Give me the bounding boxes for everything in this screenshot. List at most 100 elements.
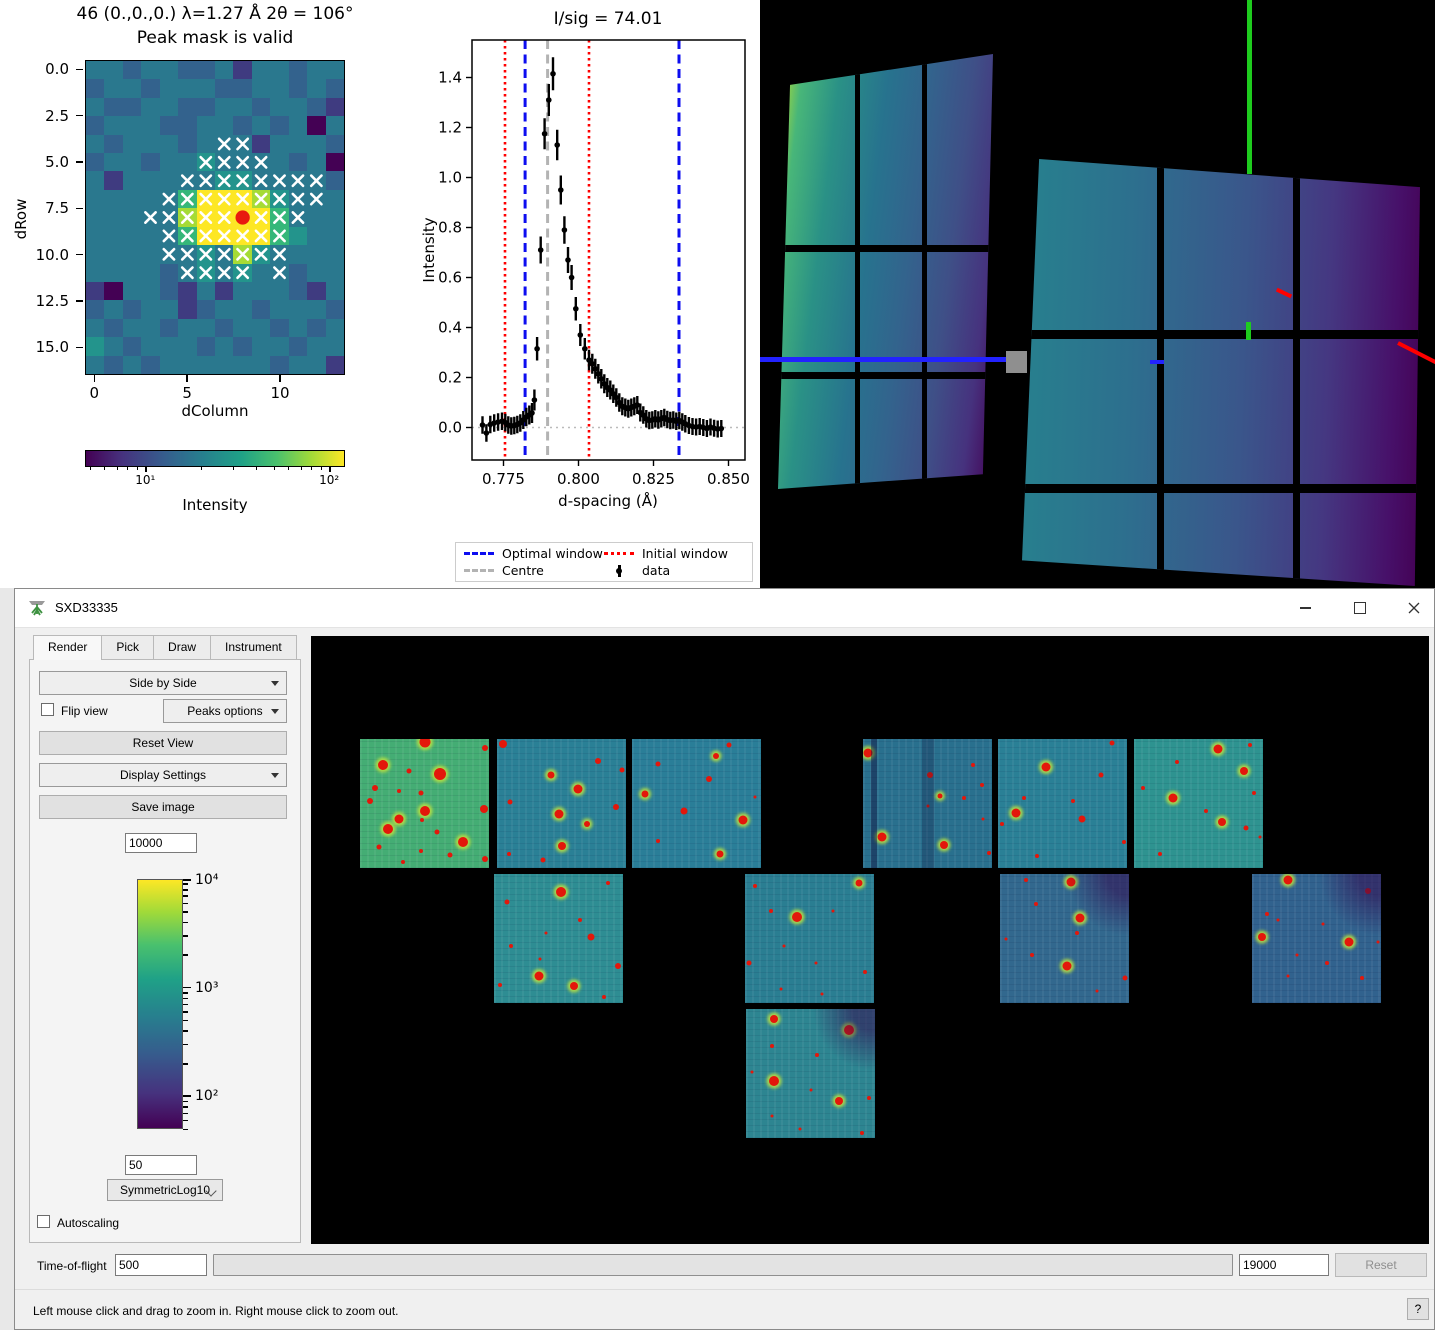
detected-peak — [613, 804, 619, 810]
detected-peak — [1252, 791, 1256, 795]
detector-panel[interactable] — [1252, 874, 1381, 1003]
detected-peak — [1034, 902, 1038, 906]
detected-peak — [1204, 809, 1208, 813]
detector-panel[interactable] — [494, 874, 623, 1003]
detector-panel[interactable] — [360, 739, 489, 868]
detected-peak — [867, 1096, 871, 1100]
y-tick-label: 0.0 — [23, 61, 69, 77]
legend-label: Optimal window — [502, 546, 603, 561]
detected-peak — [799, 1127, 802, 1130]
detected-peak — [980, 783, 984, 787]
detected-peak — [1377, 941, 1380, 944]
detected-peak — [769, 1076, 779, 1086]
detected-peak — [770, 1044, 774, 1048]
svg-text:0.2: 0.2 — [438, 369, 462, 387]
detected-peak — [606, 881, 610, 885]
display-settings-dropdown[interactable]: Display Settings — [39, 763, 287, 787]
colorbar-minor-tick — [183, 1020, 188, 1022]
tof-slider[interactable] — [213, 1254, 1233, 1276]
colorbar-minor-tick — [183, 911, 188, 913]
tab-instrument[interactable]: Instrument — [210, 635, 297, 659]
detected-peak — [1066, 877, 1075, 886]
detected-peak — [1240, 767, 1248, 775]
chevron-down-icon — [271, 709, 279, 714]
y-tick — [76, 300, 83, 302]
detected-peak — [738, 816, 747, 825]
detected-peak — [372, 785, 378, 791]
flip-view-checkbox[interactable] — [41, 703, 54, 716]
close-button[interactable] — [1399, 597, 1429, 619]
peak-profile-plot[interactable]: I/sig = 74.01 d-spacing (Å) Intensity 0.… — [420, 0, 760, 590]
detector-render-view[interactable] — [311, 636, 1429, 1244]
detected-peak — [831, 910, 834, 913]
scale-min-input[interactable] — [125, 1155, 197, 1175]
legend-label: Centre — [502, 563, 544, 578]
heatmap-colorbar-ticks: 10¹10² — [85, 467, 345, 497]
flip-view-label: Flip view — [61, 704, 108, 718]
heatmap-colorbar-label: Intensity — [85, 496, 345, 514]
detector-panel[interactable] — [745, 874, 874, 1003]
detected-peak — [1321, 923, 1324, 926]
detected-peak — [753, 796, 756, 799]
instrument-3d-view[interactable] — [760, 0, 1435, 588]
detected-peak — [482, 856, 488, 862]
tab-render[interactable]: Render — [33, 635, 102, 660]
optimal-window-swatch — [464, 552, 494, 555]
detector-panel[interactable] — [1000, 874, 1129, 1003]
scale-max-input[interactable] — [125, 833, 197, 853]
tof-max-input[interactable] — [1239, 1254, 1329, 1276]
peaks-options-dropdown[interactable]: Peaks options — [163, 699, 287, 723]
tab-pick[interactable]: Pick — [101, 635, 154, 659]
colorbar-tick-label: 10² — [195, 1089, 218, 1103]
detected-peak — [1218, 818, 1226, 826]
detected-peak — [1213, 745, 1222, 754]
colorbar-minor-tick — [137, 467, 138, 470]
detected-peak — [615, 963, 621, 969]
detected-peak — [482, 745, 488, 751]
detected-peak — [498, 983, 502, 987]
view-mode-dropdown[interactable]: Side by Side — [39, 671, 287, 695]
heatmap-subtitle: Peak mask is valid — [0, 28, 430, 48]
detected-peak — [769, 909, 773, 913]
detected-peak — [434, 768, 446, 780]
detector-panel[interactable] — [998, 739, 1127, 868]
scale-type-dropdown[interactable]: SymmetricLog10 — [107, 1179, 223, 1201]
detector-panel[interactable] — [863, 739, 992, 868]
colorbar-major-tick — [183, 1095, 191, 1097]
detected-peak — [419, 739, 430, 747]
status-bar: Left mouse click and drag to zoom in. Ri… — [15, 1289, 1434, 1331]
detector-panel[interactable] — [746, 1009, 875, 1138]
detector-panel[interactable] — [1134, 739, 1263, 868]
detector-panel[interactable] — [497, 739, 626, 868]
reset-button[interactable]: Reset — [1335, 1253, 1427, 1277]
tof-min-input[interactable] — [115, 1254, 207, 1276]
intensity-colorbar[interactable] — [137, 879, 183, 1129]
detected-peak — [1284, 876, 1293, 885]
detected-peak — [770, 1015, 778, 1023]
save-image-button[interactable]: Save image — [39, 795, 287, 819]
help-button[interactable]: ? — [1407, 1298, 1429, 1320]
x-tick-label: 0 — [72, 384, 116, 402]
window-titlebar[interactable]: SXD33335 — [15, 589, 1434, 628]
sample-position-box — [1006, 351, 1027, 373]
detector-panel[interactable] — [632, 739, 761, 868]
reset-view-button[interactable]: Reset View — [39, 731, 287, 755]
autoscaling-checkbox[interactable] — [37, 1215, 50, 1228]
autoscaling-label: Autoscaling — [57, 1216, 119, 1230]
maximize-button[interactable] — [1345, 597, 1375, 619]
desktop-gutter — [0, 588, 14, 1330]
detected-peak — [656, 839, 660, 843]
minimize-button[interactable] — [1290, 597, 1320, 619]
heatmap-xlabel: dColumn — [85, 402, 345, 420]
detected-peak — [971, 763, 975, 767]
detected-peak — [535, 971, 544, 980]
detected-peak — [1175, 760, 1179, 764]
y-tick-label: 2.5 — [23, 108, 69, 124]
colorbar-minor-tick — [301, 467, 302, 470]
data-marker-swatch — [604, 564, 634, 578]
detector-bank-3d-right — [1022, 159, 1420, 586]
peak-heatmap[interactable] — [85, 60, 345, 375]
profile-title: I/sig = 74.01 — [554, 9, 663, 29]
tab-draw[interactable]: Draw — [153, 635, 211, 659]
detected-peak — [809, 1089, 812, 1092]
